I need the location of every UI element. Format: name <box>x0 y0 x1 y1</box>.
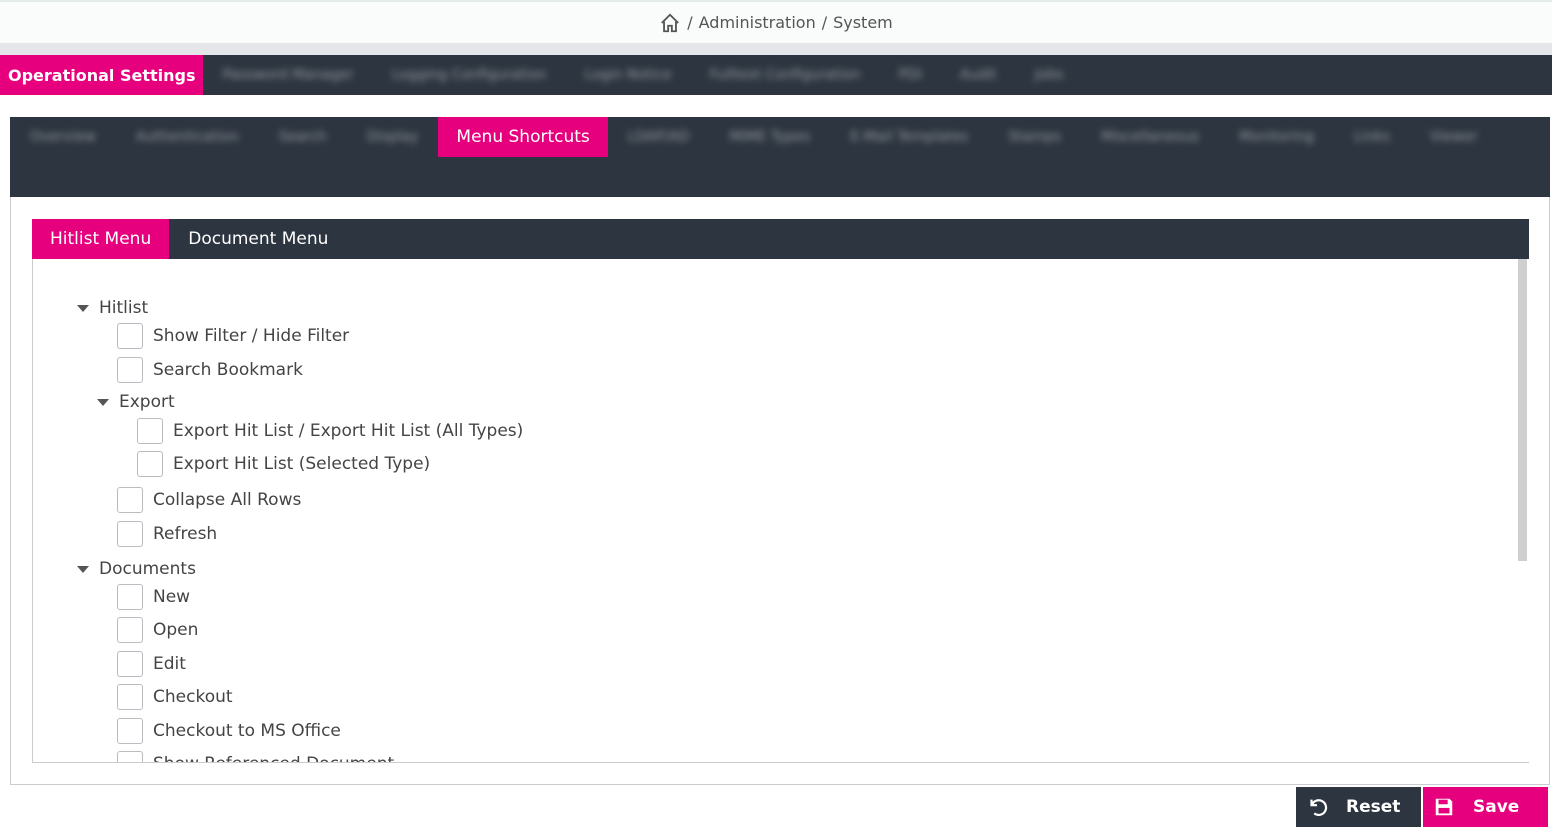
tab-pdi[interactable]: PDI <box>880 55 941 95</box>
tab-fulltext-configuration[interactable]: Fulltext Configuration <box>691 55 880 95</box>
tab-authentication[interactable]: Authentication <box>116 117 259 157</box>
menu-type-tab-bar: Hitlist Menu Document Menu <box>32 219 1529 259</box>
reset-button[interactable]: Reset <box>1296 787 1421 827</box>
tree-item: Collapse All Rows <box>117 487 301 513</box>
caret-down-icon[interactable] <box>77 565 89 573</box>
checkbox[interactable] <box>117 584 143 610</box>
tree-item: Refresh <box>117 521 217 547</box>
tree-item: Show Referenced Document <box>117 751 394 762</box>
top-tab-bar: Operational Settings Password Manager Lo… <box>0 55 1552 95</box>
tree-item: Search Bookmark <box>117 357 303 383</box>
save-label: Save <box>1473 797 1520 817</box>
breadcrumb: / Administration / System <box>0 0 1552 43</box>
tree-item-label: Show Referenced Document <box>153 754 394 762</box>
tab-email-templates[interactable]: E-Mail Templates <box>830 117 988 157</box>
tree-item-label: Show Filter / Hide Filter <box>153 326 350 346</box>
tab-password-manager[interactable]: Password Manager <box>203 55 372 95</box>
tab-monitoring[interactable]: Monitoring <box>1219 117 1334 157</box>
tab-links[interactable]: Links <box>1334 117 1410 157</box>
tab-display[interactable]: Display <box>347 117 439 157</box>
reset-label: Reset <box>1346 797 1401 817</box>
tab-viewer[interactable]: Viewer <box>1410 117 1498 157</box>
checkbox[interactable] <box>117 487 143 513</box>
tree-item-label: Refresh <box>153 524 218 544</box>
breadcrumb-item-system: System <box>833 13 893 32</box>
checkbox[interactable] <box>117 651 143 677</box>
undo-icon <box>1310 799 1328 817</box>
tree-item-label: Edit <box>153 654 186 674</box>
checkbox[interactable] <box>117 718 143 744</box>
tab-search[interactable]: Search <box>259 117 347 157</box>
tab-hitlist-menu[interactable]: Hitlist Menu <box>32 219 170 259</box>
tree-node-label: Export <box>119 392 175 412</box>
save-button[interactable]: Save <box>1423 787 1548 827</box>
checkbox[interactable] <box>117 357 143 383</box>
header-divider <box>0 43 1552 55</box>
tree-item-label: Search Bookmark <box>153 360 303 380</box>
tree-item: Open <box>117 617 198 643</box>
tree-item: Export Hit List / Export Hit List (All T… <box>137 418 523 444</box>
tree-item-label: Export Hit List / Export Hit List (All T… <box>173 421 524 441</box>
tab-logging-configuration[interactable]: Logging Configuration <box>373 55 566 95</box>
menu-tree: Hitlist Show Filter / Hide Filter Search… <box>32 259 1529 763</box>
tab-operational-settings[interactable]: Operational Settings <box>0 55 204 95</box>
tree-item-label: Checkout to MS Office <box>153 721 341 741</box>
checkbox[interactable] <box>137 451 163 477</box>
tab-audit[interactable]: Audit <box>941 55 1016 95</box>
tab-menu-shortcuts[interactable]: Menu Shortcuts <box>438 117 608 157</box>
tree-item: Edit <box>117 651 186 677</box>
tree-item-label: Open <box>153 620 199 640</box>
tree-item: Checkout to MS Office <box>117 718 341 744</box>
tree-node-label: Documents <box>99 559 196 579</box>
checkbox[interactable] <box>117 751 143 762</box>
tab-ldap[interactable]: LDAP/AD <box>608 117 709 157</box>
tree-item-label: Checkout <box>153 687 233 707</box>
home-icon[interactable] <box>659 12 681 34</box>
scrollbar[interactable] <box>1518 259 1527 561</box>
tree-node-hitlist[interactable]: Hitlist <box>77 295 148 321</box>
tree-item: Export Hit List (Selected Type) <box>137 451 430 477</box>
checkbox[interactable] <box>117 617 143 643</box>
tab-overview[interactable]: Overview <box>10 117 116 157</box>
tree-node-label: Hitlist <box>99 298 149 318</box>
tab-login-notice[interactable]: Login Notice <box>566 55 691 95</box>
tab-mime-types[interactable]: MIME Types <box>709 117 830 157</box>
floppy-disk-icon <box>1435 798 1453 816</box>
caret-down-icon[interactable] <box>97 398 109 406</box>
checkbox[interactable] <box>137 418 163 444</box>
settings-tab-bar: Overview Authentication Search Display M… <box>10 117 1550 197</box>
breadcrumb-separator: / <box>687 13 693 32</box>
checkbox[interactable] <box>117 323 143 349</box>
tab-document-menu[interactable]: Document Menu <box>169 219 347 259</box>
tree-item-label: New <box>153 587 191 607</box>
tab-miscellaneous[interactable]: Miscellaneous <box>1081 117 1219 157</box>
caret-down-icon[interactable] <box>77 304 89 312</box>
tree-node-documents[interactable]: Documents <box>77 556 196 582</box>
tab-stamps[interactable]: Stamps <box>988 117 1081 157</box>
tree-item: New <box>117 584 190 610</box>
checkbox[interactable] <box>117 521 143 547</box>
breadcrumb-item-administration[interactable]: Administration <box>699 13 816 32</box>
tree-item: Show Filter / Hide Filter <box>117 323 349 349</box>
tree-item: Checkout <box>117 684 233 710</box>
tab-jobs[interactable]: Jobs <box>1016 55 1083 95</box>
tree-item-label: Export Hit List (Selected Type) <box>173 454 431 474</box>
tree-node-export[interactable]: Export <box>97 389 175 415</box>
tree-item-label: Collapse All Rows <box>153 490 302 510</box>
checkbox[interactable] <box>117 684 143 710</box>
breadcrumb-separator: / <box>821 13 828 32</box>
